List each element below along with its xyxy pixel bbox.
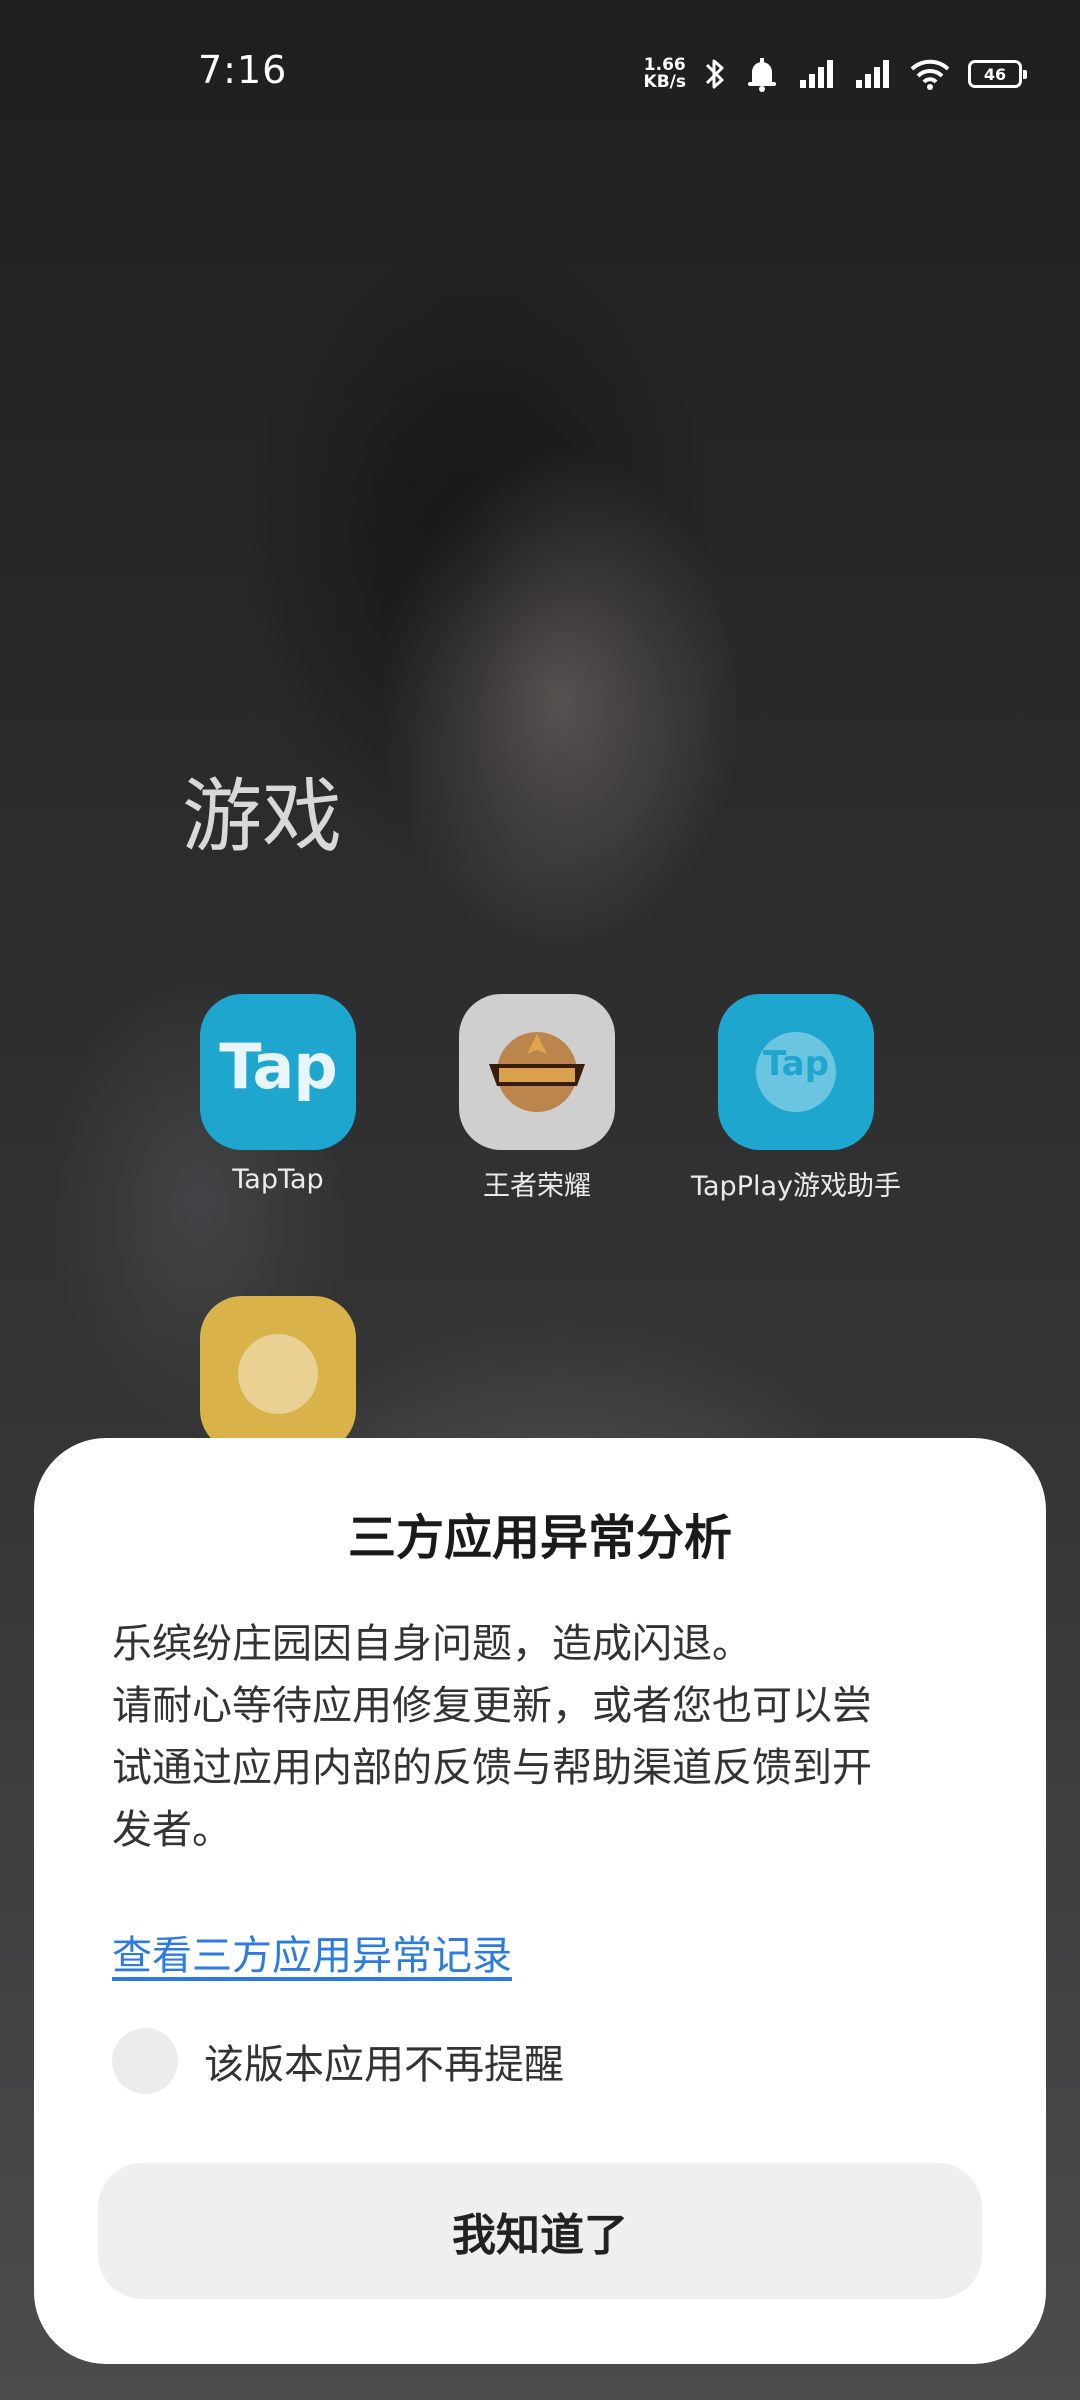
dialog-message-line: 试通过应用内部的反馈与帮助渠道反馈到开 xyxy=(112,1745,872,1791)
status-icons: 1.66 KB/s 46 xyxy=(644,54,1027,94)
network-speed: 1.66 KB/s xyxy=(644,57,686,91)
app-label-taptap: TapTap xyxy=(232,1164,324,1195)
app-yellow-game[interactable] xyxy=(148,1296,408,1452)
dont-remind-checkbox[interactable] xyxy=(112,2028,178,2094)
view-crash-records-link[interactable]: 查看三方应用异常记录 xyxy=(112,1923,512,1981)
wifi-icon xyxy=(910,58,950,90)
app-tapplay[interactable]: Tap TapPlay游戏助手 xyxy=(666,994,926,1203)
dialog-message-line: 乐缤纷庄园因自身问题，造成闪退。 xyxy=(112,1621,752,1667)
network-speed-unit: KB/s xyxy=(643,72,686,92)
yellow-game-icon-emblem xyxy=(238,1334,318,1414)
bluetooth-icon xyxy=(704,56,726,92)
app-honor-of-kings[interactable]: 王者荣耀 xyxy=(407,994,667,1203)
dialog-message-line: 发者。 xyxy=(112,1807,232,1853)
signal-icon xyxy=(798,58,836,90)
tapplay-icon: Tap xyxy=(718,994,874,1150)
battery-icon: 46 xyxy=(968,60,1027,88)
dialog-title: 三方应用异常分析 xyxy=(347,1510,732,1566)
battery-level: 46 xyxy=(983,64,1007,84)
alarm-icon xyxy=(744,56,780,92)
app-label-tapplay: TapPlay游戏助手 xyxy=(690,1171,901,1202)
dialog-message: 乐缤纷庄园因自身问题，造成闪退。 请耐心等待应用修复更新，或者您也可以尝 试通过… xyxy=(112,1613,972,1861)
dont-remind-checkbox-row[interactable]: 该版本应用不再提醒 xyxy=(112,2028,564,2094)
app-label-honor-of-kings: 王者荣耀 xyxy=(483,1171,591,1202)
taptap-icon-text: Tap xyxy=(219,1030,338,1103)
status-time: 7:16 xyxy=(198,48,288,92)
taptap-icon: Tap xyxy=(200,994,356,1150)
got-it-button[interactable]: 我知道了 xyxy=(98,2163,982,2299)
signal-icon xyxy=(854,58,892,90)
honor-of-kings-icon xyxy=(459,994,615,1150)
folder-title: 游戏 xyxy=(182,770,342,863)
app-taptap[interactable]: Tap TapTap xyxy=(148,994,408,1195)
yellow-game-icon xyxy=(200,1296,356,1452)
dialog-message-line: 请耐心等待应用修复更新，或者您也可以尝 xyxy=(112,1683,872,1729)
app-crash-dialog: 三方应用异常分析 乐缤纷庄园因自身问题，造成闪退。 请耐心等待应用修复更新，或者… xyxy=(34,1438,1046,2364)
dont-remind-label[interactable]: 该版本应用不再提醒 xyxy=(204,2032,564,2090)
tapplay-icon-text: Tap xyxy=(762,1044,830,1084)
status-bar: 7:16 1.66 KB/s 46 xyxy=(0,0,1080,150)
